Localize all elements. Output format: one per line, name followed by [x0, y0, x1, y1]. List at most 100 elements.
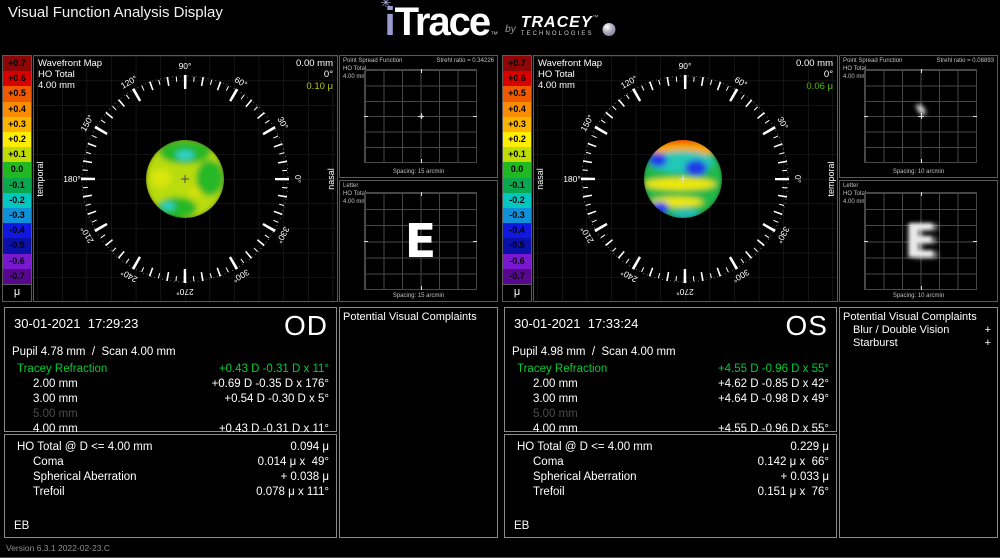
visual-function-analysis-display: Visual Function Analysis Display ✳ i Tra… — [0, 0, 1000, 558]
map-title: Wavefront Map HO Total 4.00 mm — [538, 58, 603, 92]
psf-grid — [364, 69, 477, 163]
technologies-text: TECHNOLOGIES — [520, 31, 594, 37]
scale-swatch: -0.5 — [3, 238, 31, 254]
coma-row: Coma 0.014 μ x 49° — [33, 456, 329, 468]
scale-swatch: +0.5 — [503, 86, 531, 102]
spacing-caption: Spacing: 15 arcmin — [392, 293, 445, 299]
cursor-readout: 0.00 mm 0° 0.10 μ — [296, 58, 333, 92]
scan-datetime: 30-01-2021 17:33:24 — [514, 316, 639, 331]
strehl-ratio: Strehl ratio = 0.08893 — [936, 58, 994, 64]
letter-grid: E — [364, 192, 477, 290]
tracey-text: TRACEY — [520, 14, 593, 31]
ho-total-row: HO Total @ D <= 4.00 mm 0.229 μ — [517, 441, 829, 453]
od-ho-box: HO Total @ D <= 4.00 mm 0.094 μ Coma 0.0… — [4, 434, 337, 538]
psf-spot — [419, 115, 423, 118]
letter-title: Letter HO Total 4.00 mm — [843, 183, 867, 205]
eye-label: OS — [785, 310, 828, 341]
os-ho-box: HO Total @ D <= 4.00 mm 0.229 μ Coma 0.1… — [504, 434, 837, 538]
itrace-logo: ✳ i Trace ™ by TRACEY ™ TECHNOLOGIES — [381, 0, 616, 44]
starburst-icon: ✳ — [380, 0, 392, 10]
tracey-refraction-row: Tracey Refraction +4.55 D -0.96 D x 55° — [517, 363, 829, 375]
tracey-refraction-row: Tracey Refraction +0.43 D -0.31 D x 11° — [17, 363, 329, 375]
wavefront-map-panel: Wavefront Map HO Total 4.00 mm 0.00 mm 0… — [533, 55, 838, 302]
refraction-row: 2.00 mm +0.69 D -0.35 D x 176° — [33, 378, 329, 390]
sphere-icon — [602, 23, 616, 36]
scale-swatch: +0.7 — [3, 56, 31, 72]
scale-swatch: +0.1 — [503, 147, 531, 163]
scale-swatch: -0.7 — [3, 268, 31, 285]
simulated-letter: E — [404, 214, 437, 268]
logo-trace-text: Trace — [394, 0, 492, 44]
cursor-readout: 0.00 mm 0° 0.06 μ — [796, 58, 833, 92]
scale-unit: μ — [503, 284, 531, 302]
spherical-aberration-row: Spherical Aberration + 0.038 μ — [33, 471, 329, 483]
complaints-title: Potential Visual Complaints — [343, 311, 477, 323]
page-title: Visual Function Analysis Display — [8, 4, 223, 21]
letter-title: Letter HO Total 4.00 mm — [343, 183, 367, 205]
refraction-row: 3.00 mm +4.64 D -0.98 D x 49° — [533, 393, 829, 405]
os-complaints-panel: Potential Visual Complaints Blur / Doubl… — [839, 307, 998, 538]
pupil-scan-info: Pupil 4.98 mm / Scan 4.00 mm — [512, 346, 676, 358]
os-panel: +0.7 +0.6 +0.5 +0.4 +0.3 +0.2 +0.1 0.0 -… — [502, 55, 999, 538]
simulated-letter: E — [904, 214, 937, 268]
scale-swatch: +0.4 — [3, 101, 31, 117]
angle-label: 0° — [293, 174, 303, 184]
scale-swatch: -0.4 — [503, 223, 531, 239]
angle-label: 0° — [793, 174, 803, 184]
refraction-row: 3.00 mm +0.54 D -0.30 D x 5° — [33, 393, 329, 405]
scale-swatch: +0.1 — [3, 147, 31, 163]
scale-swatch: -0.6 — [503, 253, 531, 269]
scale-swatch: +0.6 — [3, 71, 31, 87]
logo-trademark: ™ — [490, 30, 499, 39]
refraction-row-disabled: 5.00 mm — [533, 408, 578, 420]
scale-swatch: -0.5 — [503, 238, 531, 254]
angle-label: 270° — [176, 287, 194, 297]
logo-by-text: by — [505, 24, 516, 35]
angle-label: 90° — [678, 61, 692, 71]
scale-swatch: +0.5 — [3, 86, 31, 102]
os-info-box: 30-01-2021 17:33:24 OS Pupil 4.98 mm / S… — [504, 307, 837, 435]
ho-total-row: HO Total @ D <= 4.00 mm 0.094 μ — [17, 441, 329, 453]
map-title: Wavefront Map HO Total 4.00 mm — [38, 58, 103, 92]
scale-swatch: +0.3 — [503, 116, 531, 133]
letter-grid: E — [864, 192, 977, 290]
operator-initials: EB — [514, 520, 530, 532]
scale-swatch: +0.2 — [503, 132, 531, 148]
version-text: Version 6.3.1 2022-02-23.C — [6, 543, 110, 553]
complaints-title: Potential Visual Complaints — [843, 311, 977, 323]
scale-swatch: +0.2 — [3, 132, 31, 148]
scale-swatch: +0.4 — [503, 101, 531, 117]
color-scale: +0.7 +0.6 +0.5 +0.4 +0.3 +0.2 +0.1 0.0 -… — [2, 55, 32, 302]
scale-swatch: -0.6 — [3, 253, 31, 269]
od-panel: +0.7 +0.6 +0.5 +0.4 +0.3 +0.2 +0.1 0.0 -… — [2, 55, 499, 538]
od-info-box: 30-01-2021 17:29:23 OD Pupil 4.78 mm / S… — [4, 307, 337, 435]
scan-datetime: 30-01-2021 17:29:23 — [14, 316, 139, 331]
scale-swatch: 0.0 — [503, 162, 531, 178]
scale-swatch: -0.2 — [3, 192, 31, 209]
side-label-nasal: nasal — [326, 167, 336, 190]
scale-unit: μ — [3, 284, 31, 302]
angle-label: 270° — [676, 287, 694, 297]
color-scale: +0.7 +0.6 +0.5 +0.4 +0.3 +0.2 +0.1 0.0 -… — [502, 55, 532, 302]
scale-swatch: -0.1 — [3, 177, 31, 193]
eye-label: OD — [284, 310, 328, 341]
side-label-temporal: temporal — [826, 160, 836, 197]
spacing-caption: Spacing: 10 arcmin — [892, 293, 945, 299]
strehl-ratio: Strehl ratio = 0.34226 — [436, 58, 494, 64]
side-label-temporal: temporal — [35, 160, 45, 197]
scale-swatch: -0.1 — [503, 177, 531, 193]
refraction-row-disabled: 5.00 mm — [33, 408, 78, 420]
scale-swatch: +0.7 — [503, 56, 531, 72]
scale-swatch: -0.4 — [3, 223, 31, 239]
point-spread-function-panel: Point Spread Function HO Total 4.00 mm S… — [339, 55, 498, 178]
tracey-logo: TRACEY ™ TECHNOLOGIES — [520, 14, 599, 38]
angle-label: 90° — [178, 61, 192, 71]
complaint-item: Starburst + — [853, 337, 991, 349]
scale-swatch: 0.0 — [3, 162, 31, 178]
tracey-trademark: ™ — [592, 15, 599, 21]
psf-grid — [864, 69, 977, 163]
coma-row: Coma 0.142 μ x 66° — [533, 456, 829, 468]
trefoil-row: Trefoil 0.078 μ x 111° — [33, 486, 329, 498]
scale-swatch: -0.7 — [503, 268, 531, 285]
refraction-row: 2.00 mm +4.62 D -0.85 D x 42° — [533, 378, 829, 390]
